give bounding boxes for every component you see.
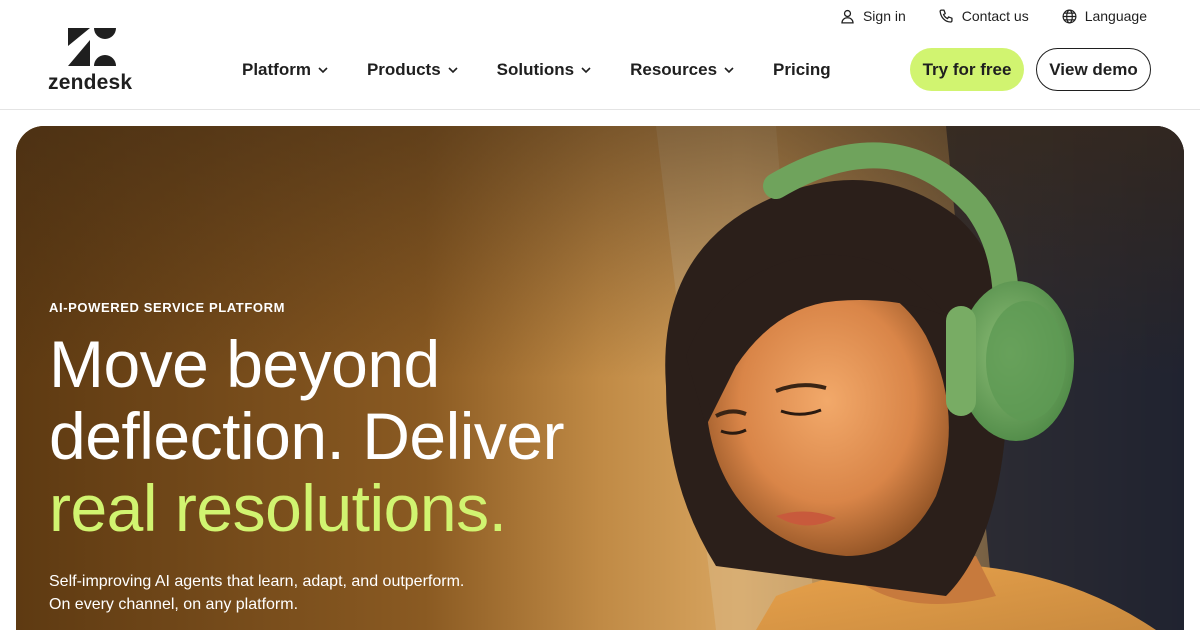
chevron-down-icon: [448, 67, 458, 74]
nav-item-label: Solutions: [496, 60, 575, 79]
nav-item-products[interactable]: Products: [367, 60, 459, 80]
logo-wordmark: zendesk: [48, 71, 133, 94]
subhead-line-1: Self-improving AI agents that learn, ada…: [49, 573, 465, 590]
contact-us-link[interactable]: Contact us: [938, 8, 1029, 25]
view-demo-button[interactable]: View demo: [1036, 48, 1151, 91]
nav-item-pricing[interactable]: Pricing: [773, 60, 831, 80]
hero-subhead: Self-improving AI agents that learn, ada…: [49, 570, 564, 616]
site-header: Sign in Contact us Language zendesk Plat…: [0, 0, 1200, 110]
nav-item-label: Pricing: [773, 60, 831, 79]
subhead-line-2: On every channel, on any platform.: [49, 596, 299, 613]
main-nav: Platform Products Solutions Resources Pr…: [242, 58, 831, 82]
hero-copy: AI-POWERED SERVICE PLATFORM Move beyond …: [49, 300, 565, 616]
nav-item-solutions[interactable]: Solutions: [497, 60, 592, 80]
headline-accent: real resolutions.: [49, 471, 507, 545]
phone-icon: [939, 8, 953, 23]
headline-line-2: deflection. Deliver: [49, 399, 565, 473]
chevron-down-icon: [318, 67, 328, 74]
sign-in-link[interactable]: Sign in: [839, 8, 906, 25]
globe-icon: [1062, 9, 1077, 23]
hero-eyebrow: AI-POWERED SERVICE PLATFORM: [49, 300, 286, 315]
chevron-down-icon: [724, 67, 734, 74]
try-for-free-button[interactable]: Try for free: [910, 48, 1024, 91]
utility-bar: Sign in Contact us Language: [839, 0, 1200, 32]
nav-item-resources[interactable]: Resources: [630, 60, 735, 80]
contact-us-label: Contact us: [961, 8, 1029, 24]
nav-item-label: Platform: [242, 60, 311, 79]
language-label: Language: [1084, 8, 1147, 24]
user-icon: [841, 9, 854, 24]
headline-line-1: Move beyond: [49, 327, 440, 401]
nav-item-label: Products: [366, 60, 441, 79]
sign-in-label: Sign in: [862, 8, 906, 24]
hero-headline: Move beyond deflection. Deliver real res…: [49, 327, 565, 545]
nav-item-label: Resources: [630, 60, 718, 79]
nav-item-platform[interactable]: Platform: [242, 60, 329, 80]
zendesk-logo-mark-icon: [68, 28, 116, 66]
hero-section: AI-POWERED SERVICE PLATFORM Move beyond …: [16, 126, 1184, 630]
zendesk-logo[interactable]: zendesk: [48, 28, 138, 94]
language-selector[interactable]: Language: [1061, 8, 1147, 25]
chevron-down-icon: [581, 67, 591, 74]
